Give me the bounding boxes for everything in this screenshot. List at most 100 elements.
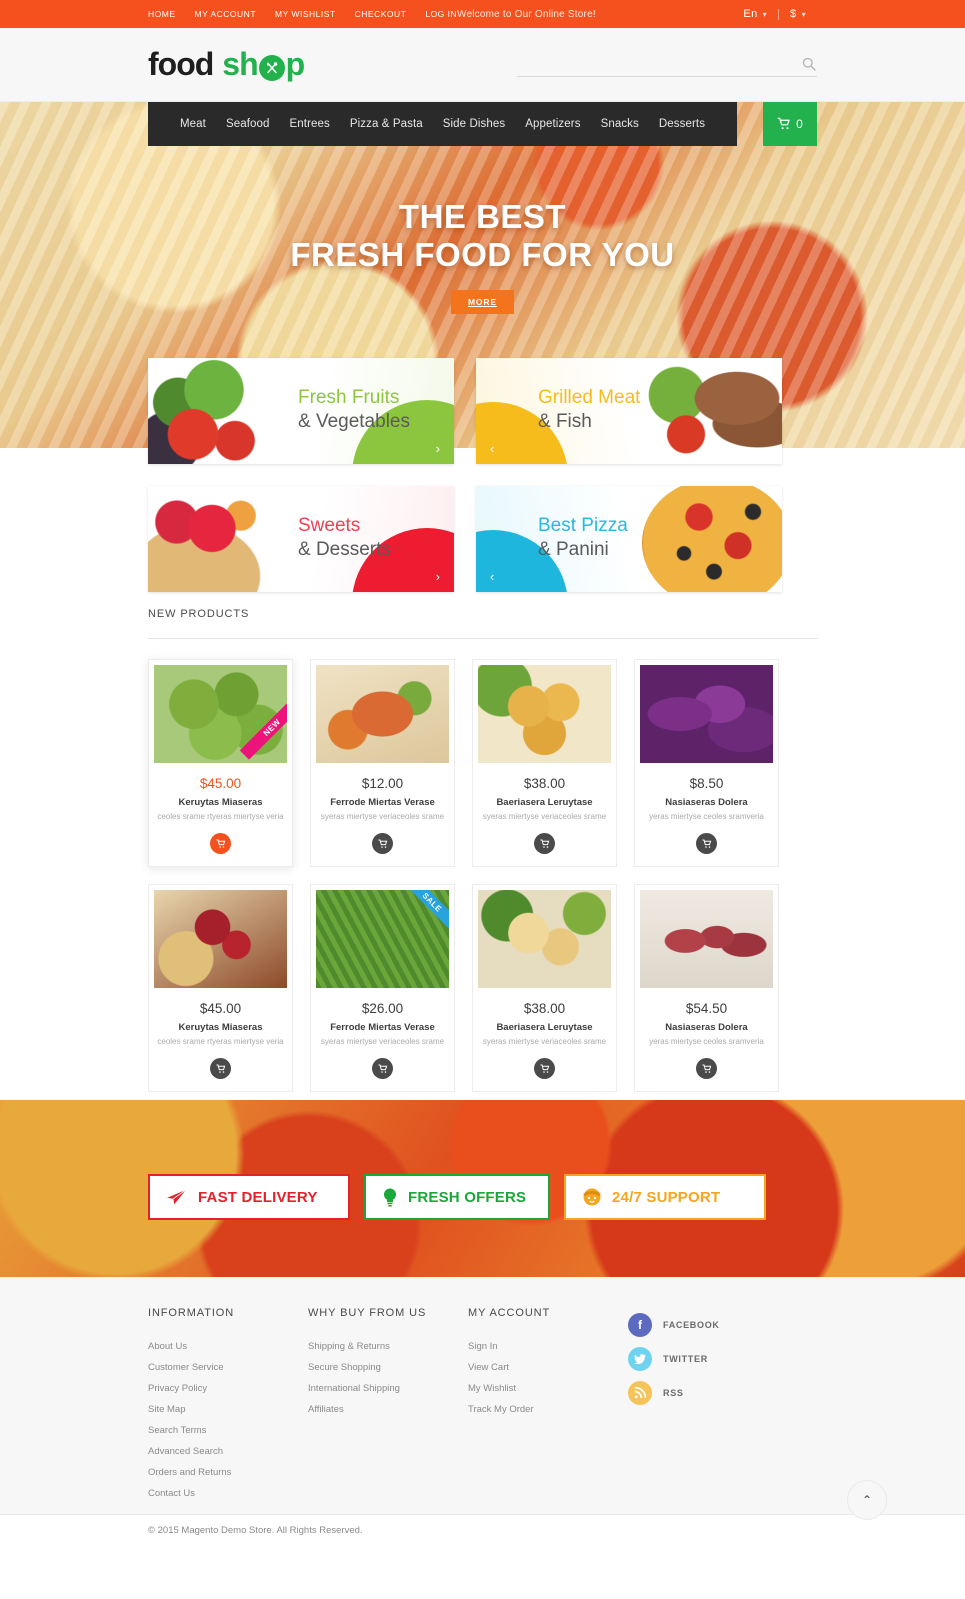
chevron-right-icon[interactable]: › [436,441,440,456]
category-banner-fresh-fruits[interactable]: Fresh Fruits & Vegetables › [148,358,454,464]
add-to-cart-button[interactable] [534,1058,555,1079]
product-description: yeras miertyse ceoles sramveria [649,812,764,821]
footer-link-orders-and-returns[interactable]: Orders and Returns [148,1467,308,1478]
cart-icon [777,117,790,130]
social-label: RSS [663,1388,684,1398]
product-card[interactable]: $54.50 Nasiaseras Dolera yeras miertyse … [634,884,779,1092]
footer-link-contact-us[interactable]: Contact Us [148,1488,308,1499]
top-link-home[interactable]: HOME [148,9,176,19]
social-link-facebook[interactable]: f FACEBOOK [628,1313,828,1337]
top-link-checkout[interactable]: CHECKOUT [355,9,407,19]
social-link-twitter[interactable]: TWITTER [628,1347,828,1371]
chevron-left-icon[interactable]: ‹ [490,569,494,584]
product-name[interactable]: Nasiaseras Dolera [640,797,773,808]
add-to-cart-button[interactable] [210,833,231,854]
product-card[interactable]: SALE $26.00 Ferrode Miertas Verase syera… [310,884,455,1092]
site-footer: INFORMATION About Us Customer Service Pr… [0,1277,965,1515]
feature-fast-delivery[interactable]: FAST DELIVERY [148,1174,350,1220]
product-image[interactable] [478,665,611,763]
nav-item-entrees[interactable]: Entrees [280,118,340,130]
footer-link-sign-in[interactable]: Sign In [468,1341,628,1352]
category-banner-best-pizza[interactable]: Best Pizza & Panini ‹ [476,486,782,592]
footer-column-information: INFORMATION About Us Customer Service Pr… [148,1307,308,1509]
product-name[interactable]: Nasiaseras Dolera [640,1022,773,1033]
product-card[interactable]: $38.00 Baeriasera Leruytase syeras miert… [472,884,617,1092]
feature-fresh-offers[interactable]: FRESH OFFERS [364,1174,550,1220]
currency-selector[interactable]: $ ▾ [779,8,817,20]
logo[interactable]: food sh p [148,46,305,83]
product-image[interactable] [316,665,449,763]
hero-title-line2: FRESH FOOD FOR YOU [290,235,675,273]
nav-item-snacks[interactable]: Snacks [591,118,649,130]
product-card[interactable]: $8.50 Nasiaseras Dolera yeras miertyse c… [634,659,779,867]
social-link-rss[interactable]: RSS [628,1381,828,1405]
product-image[interactable]: SALE [316,890,449,988]
product-card[interactable]: $38.00 Baeriasera Leruytase syeras miert… [472,659,617,867]
product-image[interactable] [640,890,773,988]
add-to-cart-button[interactable] [210,1058,231,1079]
product-price: $8.50 [689,776,724,791]
footer-link-view-cart[interactable]: View Cart [468,1362,628,1373]
footer-link-my-wishlist[interactable]: My Wishlist [468,1383,628,1394]
footer-column-title: MY ACCOUNT [468,1307,551,1319]
cart-button[interactable]: 0 [763,102,817,146]
footer-link-track-my-order[interactable]: Track My Order [468,1404,628,1415]
top-link-my-account[interactable]: MY ACCOUNT [195,9,257,19]
product-image[interactable]: NEW [154,665,287,763]
category-banner-sweets[interactable]: Sweets & Desserts › [148,486,454,592]
add-to-cart-button[interactable] [534,833,555,854]
product-card[interactable]: $45.00 Keruytas Miaseras ceoles srame rt… [148,884,293,1092]
add-to-cart-button[interactable] [696,833,717,854]
cart-count: 0 [796,117,803,131]
meat-image [632,358,782,464]
footer-link-search-terms[interactable]: Search Terms [148,1425,308,1436]
footer-link-secure-shopping[interactable]: Secure Shopping [308,1362,468,1373]
chevron-right-icon[interactable]: › [436,569,440,584]
footer-link-shipping-returns[interactable]: Shipping & Returns [308,1341,468,1352]
add-to-cart-button[interactable] [372,833,393,854]
feature-support[interactable]: 24/7 SUPPORT [564,1174,766,1220]
add-to-cart-button[interactable] [372,1058,393,1079]
footer-link-advanced-search[interactable]: Advanced Search [148,1446,308,1457]
search-input[interactable] [517,58,801,70]
add-to-cart-button[interactable] [696,1058,717,1079]
nav-item-desserts[interactable]: Desserts [649,118,715,130]
footer-column-why-buy-from-us: WHY BUY FROM US Shipping & Returns Secur… [308,1307,468,1509]
search-icon[interactable] [801,56,817,72]
search-box[interactable] [517,53,817,77]
nav-item-appetizers[interactable]: Appetizers [515,118,590,130]
product-image[interactable] [640,665,773,763]
feature-label: FAST DELIVERY [198,1188,318,1206]
product-card[interactable]: $12.00 Ferrode Miertas Verase syeras mie… [310,659,455,867]
footer-link-site-map[interactable]: Site Map [148,1404,308,1415]
product-image[interactable] [478,890,611,988]
top-link-my-wishlist[interactable]: MY WISHLIST [275,9,336,19]
nav-item-meat[interactable]: Meat [170,118,216,130]
product-image[interactable] [154,890,287,988]
chevron-left-icon[interactable]: ‹ [490,441,494,456]
nav-item-side-dishes[interactable]: Side Dishes [433,118,515,130]
product-name[interactable]: Ferrode Miertas Verase [316,797,449,808]
category-banners: Fresh Fruits & Vegetables › Grilled Meat… [148,358,818,614]
product-name[interactable]: Ferrode Miertas Verase [316,1022,449,1033]
language-selector[interactable]: En ▾ [732,8,778,20]
footer-link-customer-service[interactable]: Customer Service [148,1362,308,1373]
product-name[interactable]: Keruytas Miaseras [154,1022,287,1033]
top-link-log-in[interactable]: LOG IN [425,9,457,19]
footer-link-international-shipping[interactable]: International Shipping [308,1383,468,1394]
hero-title-line1: THE BEST [398,198,567,235]
product-card[interactable]: NEW $45.00 Keruytas Miaseras ceoles sram… [148,659,293,867]
nav-item-pizza-pasta[interactable]: Pizza & Pasta [340,118,433,130]
product-name[interactable]: Baeriasera Leruytase [478,1022,611,1033]
product-name[interactable]: Keruytas Miaseras [154,797,287,808]
site-header: food sh p [0,28,965,102]
scroll-to-top-button[interactable]: ⌃ [847,1480,887,1520]
category-banner-grilled-meat[interactable]: Grilled Meat & Fish ‹ [476,358,782,464]
feature-label: 24/7 SUPPORT [612,1188,721,1206]
product-name[interactable]: Baeriasera Leruytase [478,797,611,808]
footer-link-privacy-policy[interactable]: Privacy Policy [148,1383,308,1394]
hero-more-button[interactable]: MORE [450,290,515,315]
footer-link-affiliates[interactable]: Affiliates [308,1404,468,1415]
footer-link-about-us[interactable]: About Us [148,1341,308,1352]
nav-item-seafood[interactable]: Seafood [216,118,280,130]
